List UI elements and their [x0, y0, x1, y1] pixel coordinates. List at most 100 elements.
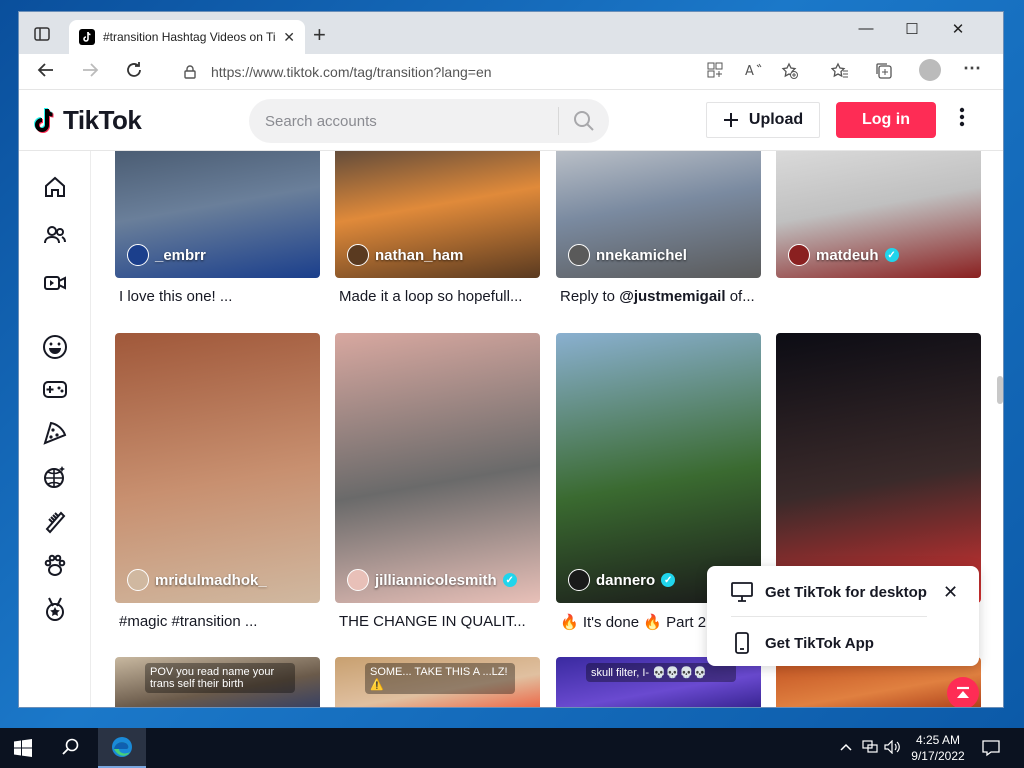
sports-medal-icon[interactable] [41, 595, 69, 623]
tab-close-icon[interactable]: ✕ [283, 29, 295, 46]
start-button[interactable] [14, 739, 32, 762]
page-scrollbar[interactable] [997, 376, 1003, 404]
webpage: TikTok Search accounts Upload Log in _em… [19, 91, 1003, 707]
search-bar[interactable]: Search accounts [249, 99, 609, 143]
video-author-name: nathan_ham [375, 246, 464, 264]
video-author[interactable]: matdeuh ✓ [788, 244, 899, 266]
video-author[interactable]: nnekamichel [568, 244, 687, 266]
lock-icon [184, 65, 196, 79]
gaming-controller-icon[interactable] [41, 375, 69, 403]
video-caption-text: of... [725, 288, 755, 305]
video-card[interactable] [776, 333, 981, 603]
avatar [788, 244, 810, 266]
get-desktop-link[interactable]: Get TikTok for desktop [731, 582, 927, 602]
window-close-button[interactable]: ✕ [935, 20, 981, 38]
back-icon[interactable] [37, 61, 55, 84]
verified-badge-icon: ✓ [502, 573, 517, 587]
read-aloud-icon[interactable]: A [745, 62, 763, 82]
comedy-emoji-icon[interactable] [41, 333, 69, 361]
tiktok-logo-icon [34, 107, 54, 133]
settings-more-icon[interactable]: ⋯ [963, 58, 981, 79]
video-author[interactable]: mridulmadhok_ [127, 569, 267, 591]
video-author[interactable]: dannero ✓ [568, 569, 676, 591]
new-tab-button[interactable]: + [313, 22, 326, 48]
search-icon [62, 738, 79, 755]
video-thumbnail[interactable]: mridulmadhok_ [115, 333, 320, 603]
video-author[interactable]: nathan_ham [347, 244, 463, 266]
avatar [568, 569, 590, 591]
tab-actions-button[interactable] [29, 23, 55, 45]
search-button[interactable] [559, 110, 609, 132]
video-card[interactable]: jilliannicolesmith ✓ THE CHANGE IN QUALIT.… [335, 333, 540, 630]
app-available-icon[interactable] [707, 62, 723, 82]
video-author-name: mridulmadhok_ [155, 571, 267, 589]
verified-badge-icon: ✓ [661, 573, 676, 587]
browser-window: #transition Hashtag Videos on TikTok ✕ +… [18, 11, 1004, 708]
get-desktop-label: Get TikTok for desktop [765, 583, 927, 601]
dance-globe-icon[interactable] [41, 463, 69, 491]
video-card[interactable]: POV you read name your trans self their … [115, 657, 320, 707]
video-caption[interactable]: THE CHANGE IN QUALIT... [335, 613, 540, 630]
profile-avatar[interactable] [919, 59, 941, 81]
video-caption-text: #magic #transition ... [119, 613, 258, 630]
collections-icon[interactable] [875, 62, 893, 84]
monitor-icon [731, 582, 753, 602]
back-to-top-button[interactable] [947, 677, 979, 707]
video-thumbnail[interactable]: POV you read name your trans self their … [115, 657, 320, 707]
tiktok-logo[interactable]: TikTok [33, 105, 142, 136]
more-options-icon[interactable] [959, 107, 965, 133]
minimize-button[interactable]: — [843, 20, 889, 37]
video-card[interactable]: SOME... TAKE THIS A ...LZ!⚠️ [335, 657, 540, 707]
volume-icon[interactable] [884, 739, 900, 757]
plus-icon [723, 113, 738, 127]
video-author[interactable]: jilliannicolesmith ✓ [347, 569, 517, 591]
refresh-icon[interactable] [125, 61, 143, 84]
video-caption-text: Reply to [560, 288, 620, 305]
beauty-comb-icon[interactable] [41, 507, 69, 535]
tab-strip: #transition Hashtag Videos on TikTok ✕ +… [19, 12, 1003, 54]
video-thumbnail[interactable]: jilliannicolesmith ✓ [335, 333, 540, 603]
get-app-link[interactable]: Get TikTok App [731, 632, 874, 654]
video-thumbnail[interactable]: dannero ✓ [556, 333, 761, 603]
video-caption[interactable]: Reply to @justmemigail of... [556, 288, 761, 305]
forward-icon[interactable] [81, 61, 99, 84]
favorites-icon[interactable] [830, 62, 849, 84]
home-icon[interactable] [41, 173, 69, 201]
add-favorite-icon[interactable] [781, 62, 799, 84]
popup-close-icon[interactable]: ✕ [943, 582, 958, 603]
tiktok-header: TikTok Search accounts Upload Log in [19, 91, 1003, 151]
network-icon[interactable] [862, 740, 878, 757]
windows-logo-icon [14, 739, 32, 757]
taskbar-edge-button[interactable] [98, 728, 146, 768]
video-caption-text: 🔥 It's done 🔥 Part 2 [560, 614, 707, 631]
get-app-popup: Get TikTok for desktop ✕ Get TikTok App [707, 566, 979, 666]
video-caption-text: I love this one! ... [119, 288, 233, 305]
video-caption[interactable]: I love this one! ... [115, 288, 320, 305]
video-caption[interactable]: Made it a loop so hopefull... [335, 288, 540, 305]
video-card[interactable]: mridulmadhok_ #magic #transition ... [115, 333, 320, 630]
show-hidden-icons-chevron-icon[interactable] [840, 740, 852, 755]
food-pizza-icon[interactable] [41, 419, 69, 447]
notification-center-icon[interactable] [982, 739, 1000, 762]
taskbar-search-button[interactable] [62, 738, 80, 761]
video-caption[interactable]: #magic #transition ... [115, 613, 320, 630]
upload-button[interactable]: Upload [706, 102, 820, 138]
maximize-button[interactable]: ☐ [889, 20, 935, 38]
search-input[interactable]: Search accounts [265, 113, 558, 130]
caption-mention-link[interactable]: @justmemigail [619, 288, 725, 305]
login-button[interactable]: Log in [836, 102, 936, 138]
svg-text:A: A [745, 64, 754, 78]
phone-icon [735, 632, 749, 654]
address-bar[interactable]: https://www.tiktok.com/tag/transition?la… [167, 58, 727, 86]
avatar [127, 244, 149, 266]
tab-active[interactable]: #transition Hashtag Videos on TikTok ✕ [69, 20, 305, 54]
taskbar-clock[interactable]: 4:25 AM 9/17/2022 [904, 732, 972, 764]
video-thumbnail[interactable]: SOME... TAKE THIS A ...LZ!⚠️ [335, 657, 540, 707]
animals-paw-icon[interactable] [41, 551, 69, 579]
video-author[interactable]: _embrr [127, 244, 206, 266]
live-icon[interactable] [41, 269, 69, 297]
following-icon[interactable] [41, 221, 69, 249]
avatar [347, 244, 369, 266]
verified-badge-icon: ✓ [884, 248, 899, 262]
video-thumbnail[interactable] [776, 333, 981, 603]
